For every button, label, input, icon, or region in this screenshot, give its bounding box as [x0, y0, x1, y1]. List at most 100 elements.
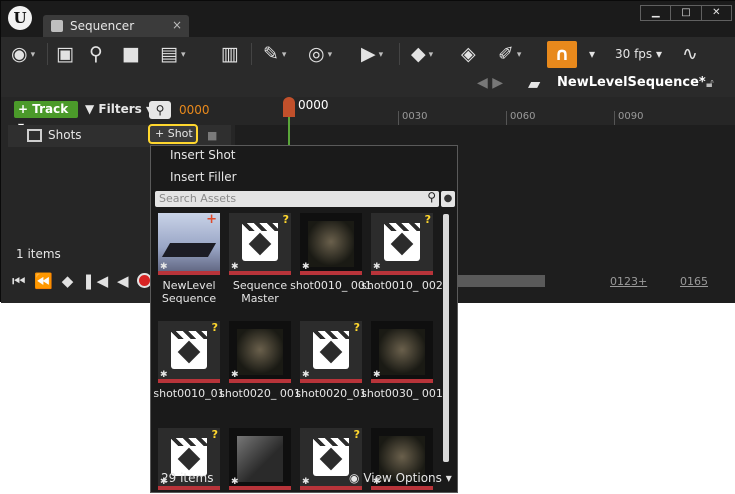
- search-toggle-icon[interactable]: ⚲: [149, 101, 171, 119]
- asset-tile[interactable]: ? ✱ shot0010_01: [153, 321, 225, 400]
- jump-start-icon[interactable]: ⏮: [12, 272, 28, 290]
- render-movie-icon[interactable]: ▤ ▾: [160, 41, 185, 67]
- asset-tile[interactable]: ✱ shot0030_ 001: [361, 321, 443, 400]
- wrench-icon[interactable]: ✎ ▾: [263, 41, 286, 67]
- unknown-status-icon: ?: [353, 428, 360, 441]
- curve-editor-icon[interactable]: ∿: [682, 41, 698, 67]
- asset-thumbnail: ✱: [229, 428, 291, 490]
- clapperboard-icon: [313, 438, 349, 476]
- toolbar-separator: [399, 43, 400, 65]
- add-badge-icon: +: [206, 213, 217, 227]
- asset-tile[interactable]: + ✱ NewLevel Sequence: [158, 213, 220, 305]
- asset-thumbnail: ✱: [229, 321, 291, 383]
- level-sequence-icon[interactable]: ▥: [221, 41, 239, 67]
- minimize-button[interactable]: ▁: [641, 6, 672, 20]
- asset-list-scrollbar[interactable]: [443, 214, 449, 462]
- tag-icon[interactable]: ◈: [461, 41, 476, 67]
- key-back-icon[interactable]: ◆: [62, 272, 76, 290]
- close-button[interactable]: ✕: [702, 6, 731, 20]
- clapperboard-icon: [242, 223, 278, 261]
- asset-thumbnail: + ✱: [158, 213, 220, 275]
- play-reverse-icon[interactable]: ◀: [117, 272, 131, 290]
- clapperboard-icon: [171, 331, 207, 369]
- asset-thumbnail: ? ✱: [371, 213, 433, 275]
- add-track-button[interactable]: + Track ▾: [14, 101, 78, 133]
- user-filter-icon[interactable]: ●: [441, 191, 455, 207]
- play-icon[interactable]: ▶ ▾: [361, 41, 383, 67]
- eye-icon[interactable]: ◎ ▾: [308, 41, 332, 67]
- sequencer-tab-icon: [51, 20, 63, 32]
- unknown-status-icon: ?: [353, 321, 360, 334]
- lock-icon[interactable]: 🔓︎: [706, 76, 714, 91]
- tab-close-icon[interactable]: ×: [172, 18, 182, 32]
- view-start-time[interactable]: 0123+: [610, 275, 647, 288]
- toolbar-separator: [47, 43, 48, 65]
- view-end-time[interactable]: 0165: [680, 275, 708, 288]
- timeline-scrollbar[interactable]: [445, 275, 545, 287]
- title-bar: U Sequencer × ▁ □ ✕: [1, 1, 735, 37]
- level-preview-icon: [161, 243, 217, 257]
- clapperboard-icon: [313, 331, 349, 369]
- unknown-status-icon: ?: [424, 213, 431, 226]
- asset-tile[interactable]: ✱ shot0010_ 001: [290, 213, 372, 292]
- tab-sequencer[interactable]: Sequencer ×: [43, 15, 189, 37]
- fps-dropdown[interactable]: 30 fps ▾: [615, 47, 662, 61]
- search-icon: ⚲: [427, 190, 436, 204]
- asset-tile[interactable]: ✱ shot0020_ 001: [219, 321, 301, 400]
- camera-icon[interactable]: ■: [122, 41, 140, 67]
- asset-count: 29 items: [161, 471, 214, 485]
- unknown-status-icon: ?: [211, 321, 218, 334]
- save-icon[interactable]: ▣: [56, 41, 74, 67]
- ruler-tick-label: 0090: [614, 111, 643, 125]
- shot-preview-image: [308, 221, 354, 267]
- search-icon[interactable]: ⚲: [89, 41, 103, 67]
- unreal-logo-icon: U: [8, 6, 32, 30]
- filters-button[interactable]: ▼ Filters ▾: [85, 102, 152, 116]
- step-back-icon[interactable]: ⏪: [34, 272, 55, 290]
- asset-tile[interactable]: ✱: [229, 428, 291, 490]
- snap-magnet-icon[interactable]: ∩: [547, 41, 577, 68]
- insert-shot-menu-item[interactable]: Insert Shot: [170, 148, 236, 162]
- camera-icon[interactable]: ■: [207, 129, 217, 142]
- breadcrumb-bar: ◀ ▶ ▰ NewLevelSequence* 🔓︎: [1, 71, 735, 97]
- folder-icon[interactable]: ▰: [528, 74, 540, 93]
- asset-tile[interactable]: ? ✱ shot0020_01: [295, 321, 367, 400]
- shot-preview-image: [237, 436, 283, 482]
- asset-thumbnail: ? ✱: [229, 213, 291, 275]
- toolbar-separator: [251, 43, 252, 65]
- unknown-status-icon: ?: [282, 213, 289, 226]
- transport-controls: ⏮ ⏪ ◆ ❚◀ ◀: [12, 272, 153, 290]
- shot-preview-image: [379, 329, 425, 375]
- view-options-button[interactable]: ◉ View Options ▾: [349, 471, 452, 485]
- film-strip-icon: [27, 129, 42, 142]
- asset-thumbnail: ✱: [300, 213, 362, 275]
- shots-track-label: Shots: [48, 128, 82, 142]
- asset-tile[interactable]: ? ✱ Sequence Master: [229, 213, 291, 305]
- key-icon[interactable]: ◆ ▾: [411, 41, 433, 67]
- asset-thumbnail: ? ✱: [158, 321, 220, 383]
- current-timecode: 0000: [179, 103, 210, 117]
- world-icon[interactable]: ◉ ▾: [11, 41, 35, 67]
- maximize-button[interactable]: □: [671, 6, 702, 20]
- search-placeholder: Search Assets: [159, 192, 237, 205]
- history-arrows-icon[interactable]: ◀ ▶: [477, 75, 503, 91]
- step-frame-back-icon[interactable]: ❚◀: [82, 272, 110, 290]
- asset-search-input[interactable]: Search Assets ⚲: [155, 190, 439, 207]
- shot-preview-image: [237, 329, 283, 375]
- window-controls: ▁ □ ✕: [640, 5, 732, 21]
- items-count: 1 items: [16, 247, 61, 261]
- clapperboard-icon: [384, 223, 420, 261]
- asset-thumbnail: ✱: [371, 321, 433, 383]
- asset-label: shot0010_ 002: [361, 279, 443, 292]
- asset-thumbnail: ? ✱: [300, 321, 362, 383]
- sequence-name: NewLevelSequence*: [557, 75, 706, 90]
- asset-tile[interactable]: ? ✱ shot0010_ 002: [361, 213, 443, 292]
- pencil-icon[interactable]: ✐ ▾: [498, 41, 521, 67]
- add-shot-button[interactable]: + Shot: [148, 124, 198, 144]
- unknown-status-icon: ?: [211, 428, 218, 441]
- snap-dropdown-icon[interactable]: ▾: [589, 41, 595, 67]
- playhead-handle[interactable]: [283, 97, 295, 117]
- insert-filler-menu-item[interactable]: Insert Filler: [170, 170, 237, 184]
- asset-label: shot0030_ 001: [361, 387, 443, 400]
- ruler-tick-label: 0030: [398, 111, 427, 125]
